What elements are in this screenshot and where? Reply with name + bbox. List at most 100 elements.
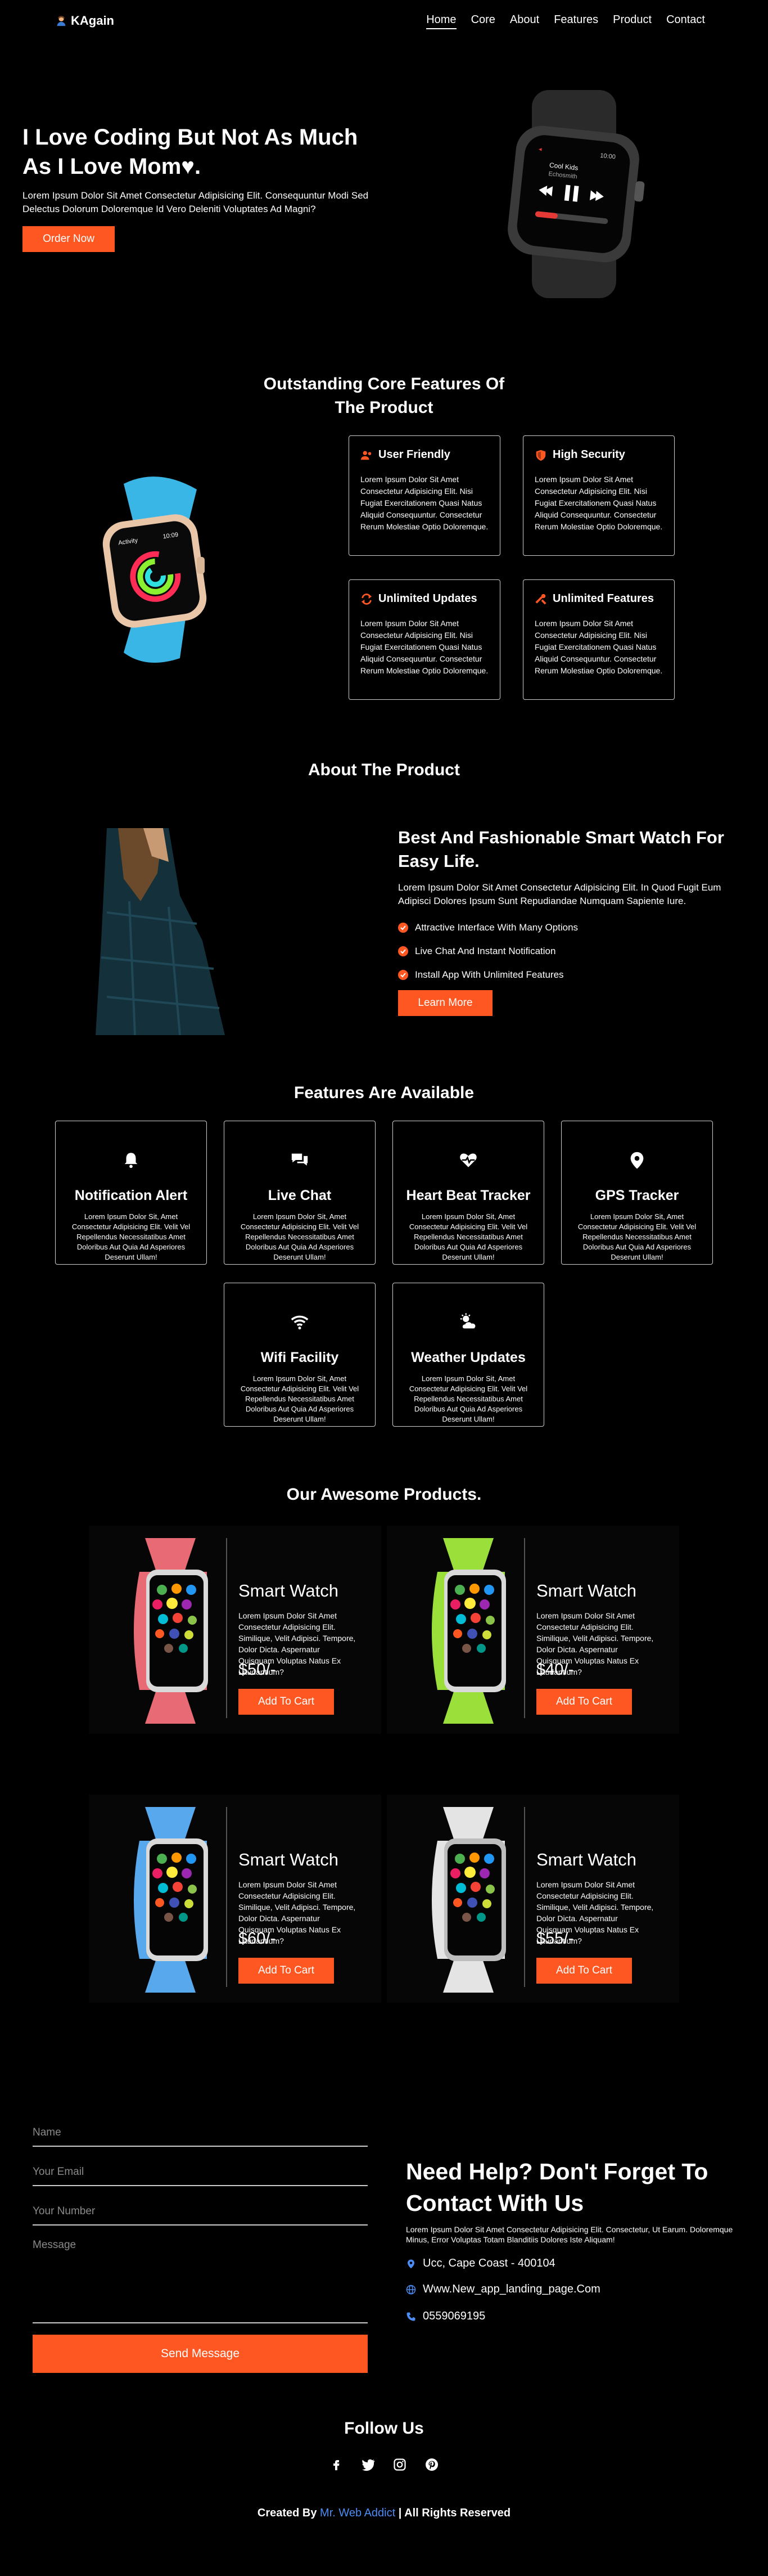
send-message-button[interactable]: Send Message <box>33 2335 368 2373</box>
users-icon <box>360 451 372 460</box>
core-card-title: Unlimited Updates <box>378 592 477 605</box>
phone-icon <box>406 2312 415 2321</box>
watch-band <box>443 1690 494 1724</box>
nav-home[interactable]: Home <box>426 14 457 29</box>
follow-title: Follow Us <box>344 2419 424 2438</box>
watch-band <box>145 1690 196 1724</box>
feature-card-weather: Weather Updates Lorem Ipsum Dolor Sit, A… <box>392 1283 544 1427</box>
contact-phone[interactable]: 0559069195 <box>406 2310 485 2323</box>
twitter-icon[interactable] <box>360 2456 377 2473</box>
core-card-unlimited-updates: Unlimited Updates Lorem Ipsum Dolor Sit … <box>349 579 500 700</box>
nav-about[interactable]: About <box>510 14 539 29</box>
watch-band <box>145 1538 196 1572</box>
list-item: Live Chat And Instant Notification <box>398 939 735 963</box>
list-item: Install App With Unlimited Features <box>398 963 735 987</box>
product-card: Smart Watch Lorem Ipsum Dolor Sit Amet C… <box>89 1526 381 1734</box>
core-card-text: Lorem Ipsum Dolor Sit Amet Consectetur A… <box>360 619 489 675</box>
instagram-icon[interactable] <box>391 2456 408 2473</box>
brand-name: KAgain <box>71 14 114 28</box>
nav-links: Home Core About Features Product Contact <box>426 14 705 29</box>
product-image <box>134 1807 208 1993</box>
navbar: KAgain Home Core About Features Product … <box>0 0 768 43</box>
feature-card-heart-beat: Heart Beat Tracker Lorem Ipsum Dolor Sit… <box>392 1121 544 1265</box>
watch-band <box>145 1959 196 1993</box>
feature-text: Lorem Ipsum Dolor Sit, Amet Consectetur … <box>577 1212 697 1261</box>
product-card: Smart Watch Lorem Ipsum Dolor Sit Amet C… <box>387 1795 679 2003</box>
social-links <box>328 2456 440 2473</box>
check-icon <box>398 970 408 980</box>
facebook-icon[interactable] <box>328 2456 345 2473</box>
contact-website[interactable]: Www.New_app_landing_page.Com <box>406 2283 600 2296</box>
feature-title: Weather Updates <box>411 1350 526 1365</box>
feature-title: Live Chat <box>268 1188 332 1203</box>
core-card-high-security: High Security Lorem Ipsum Dolor Sit Amet… <box>523 435 675 556</box>
core-card-user-friendly: User Friendly Lorem Ipsum Dolor Sit Amet… <box>349 435 500 556</box>
contact-heading: Need Help? Don't Forget To Contact With … <box>406 2156 743 2219</box>
product-image <box>134 1538 208 1724</box>
core-title: Outstanding Core Features Of The Product <box>242 372 526 420</box>
feature-title: Heart Beat Tracker <box>406 1188 531 1203</box>
hero-watch-image: ◂ 10:00 Cool Kids Echosmith <box>508 90 645 298</box>
contact-address-text: Ucc, Cape Coast - 400104 <box>423 2257 555 2269</box>
add-to-cart-button[interactable]: Add To Cart <box>238 1958 334 1984</box>
product-divider <box>524 1807 525 1987</box>
check-icon <box>398 946 408 956</box>
list-item-text: Attractive Interface With Many Options <box>415 922 579 933</box>
product-card: Smart Watch Lorem Ipsum Dolor Sit Amet C… <box>387 1526 679 1734</box>
shield-icon <box>536 449 546 461</box>
person-icon <box>57 16 66 26</box>
product-name: Smart Watch <box>536 1850 636 1869</box>
hero-subtitle: Lorem Ipsum Dolor Sit Amet Consectetur A… <box>22 190 369 214</box>
nav-product[interactable]: Product <box>613 14 652 29</box>
feature-text: Lorem Ipsum Dolor Sit, Amet Consectetur … <box>71 1212 191 1261</box>
product-name: Smart Watch <box>536 1581 636 1601</box>
learn-more-button[interactable]: Learn More <box>398 990 493 1016</box>
watch-band <box>145 1807 196 1841</box>
watch-band <box>443 1807 494 1841</box>
list-item: Attractive Interface With Many Options <box>398 916 735 939</box>
feature-text: Lorem Ipsum Dolor Sit, Amet Consectetur … <box>240 1374 359 1423</box>
heartbeat-icon <box>460 1153 477 1167</box>
heart-icon: ♥ <box>181 154 195 179</box>
contact-heading-line2: Contact With Us <box>406 2190 584 2216</box>
pinterest-icon[interactable] <box>423 2456 440 2473</box>
feature-text: Lorem Ipsum Dolor Sit, Amet Consectetur … <box>409 1212 528 1261</box>
nav-features[interactable]: Features <box>554 14 598 29</box>
credit-link[interactable]: Mr. Web Addict <box>320 2507 395 2519</box>
credit-prefix: Created By <box>257 2507 317 2519</box>
core-title-line1: Outstanding Core Features Of <box>263 375 505 393</box>
core-card-unlimited-features: Unlimited Features Lorem Ipsum Dolor Sit… <box>523 579 675 700</box>
watch-band <box>443 1538 494 1572</box>
about-title: About The Product <box>308 761 460 779</box>
order-now-button[interactable]: Order Now <box>22 226 115 252</box>
add-to-cart-button[interactable]: Add To Cart <box>536 1689 632 1715</box>
feature-title: Notification Alert <box>74 1188 188 1203</box>
number-field[interactable]: Your Number <box>33 2205 368 2226</box>
globe-icon <box>406 2285 416 2294</box>
products-title: Our Awesome Products. <box>286 1485 482 1504</box>
product-image <box>432 1807 506 1993</box>
product-price: $50/- <box>238 1661 276 1679</box>
product-divider <box>524 1538 525 1718</box>
name-field[interactable]: Name <box>33 2127 368 2147</box>
nav-core[interactable]: Core <box>471 14 495 29</box>
product-price: $55/- <box>536 1930 574 1948</box>
weather-icon <box>460 1313 476 1329</box>
credit-suffix: | All Rights Reserved <box>398 2507 511 2519</box>
product-card: Smart Watch Lorem Ipsum Dolor Sit Amet C… <box>89 1795 381 2003</box>
core-card-title: High Security <box>553 448 625 461</box>
email-field[interactable]: Your Email <box>33 2166 368 2186</box>
add-to-cart-button[interactable]: Add To Cart <box>536 1958 632 1984</box>
nav-contact[interactable]: Contact <box>666 14 705 29</box>
feature-card-wifi: Wifi Facility Lorem Ipsum Dolor Sit, Ame… <box>224 1283 376 1427</box>
sync-icon <box>361 593 372 605</box>
about-heading: Best And Fashionable Smart Watch For Eas… <box>398 828 724 871</box>
hero-title: I Love Coding But Not As Much As I Love … <box>22 123 371 181</box>
add-to-cart-button[interactable]: Add To Cart <box>238 1689 334 1715</box>
footer-credit: Created By Mr. Web Addict | All Rights R… <box>0 2507 768 2520</box>
feature-card-gps: GPS Tracker Lorem Ipsum Dolor Sit, Amet … <box>561 1121 713 1265</box>
brand-logo[interactable]: KAgain <box>55 14 114 28</box>
feature-text: Lorem Ipsum Dolor Sit, Amet Consectetur … <box>409 1374 528 1423</box>
message-field[interactable]: Message <box>33 2239 368 2323</box>
about-woman-image <box>84 828 247 1035</box>
